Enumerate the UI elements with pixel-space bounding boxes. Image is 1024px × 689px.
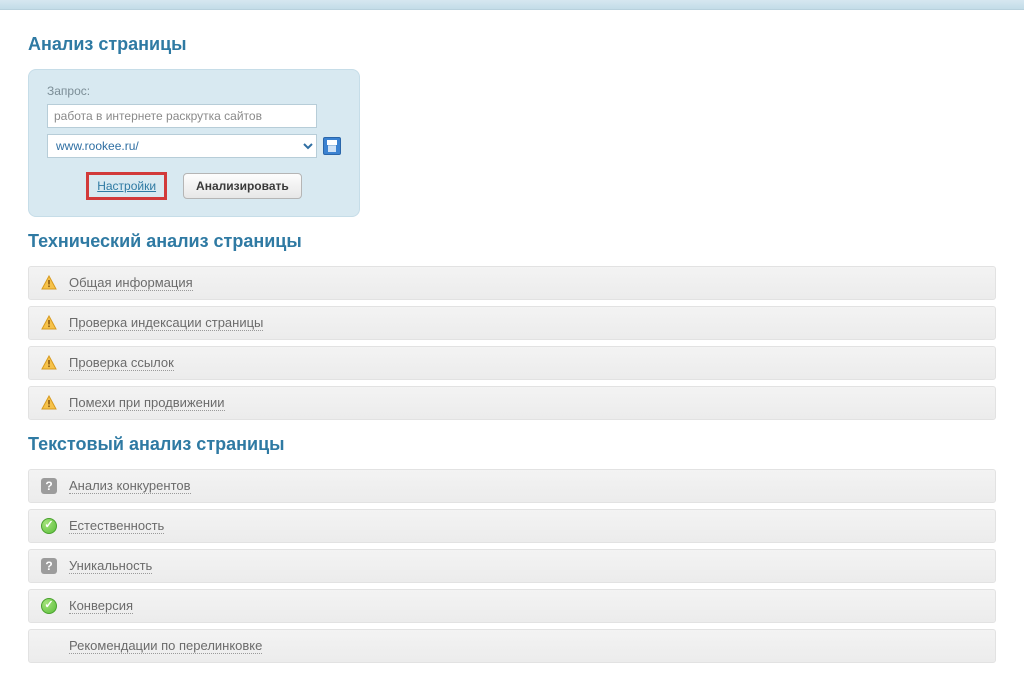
accordion-row-label[interactable]: Общая информация bbox=[69, 275, 193, 291]
accordion-row[interactable]: Рекомендации по перелинковке bbox=[28, 629, 996, 663]
accordion-row-label[interactable]: Помехи при продвижении bbox=[69, 395, 225, 411]
accordion-row[interactable]: Естественность bbox=[28, 509, 996, 543]
query-label: Запрос: bbox=[47, 84, 341, 98]
url-row: www.rookee.ru/ bbox=[47, 134, 341, 158]
accordion-row-label[interactable]: Проверка индексации страницы bbox=[69, 315, 263, 331]
accordion-row[interactable]: Проверка ссылок bbox=[28, 346, 996, 380]
analyze-button[interactable]: Анализировать bbox=[183, 173, 302, 199]
top-bar bbox=[0, 0, 1024, 10]
accordion-row-label[interactable]: Естественность bbox=[69, 518, 164, 534]
textual-analysis-title: Текстовый анализ страницы bbox=[28, 434, 996, 455]
query-input[interactable] bbox=[47, 104, 317, 128]
check-icon bbox=[41, 598, 57, 614]
textual-rows: ? Анализ конкурентов Естественность? Уникал… bbox=[28, 469, 996, 663]
settings-link[interactable]: Настройки bbox=[86, 172, 167, 200]
accordion-row[interactable]: ? Уникальность bbox=[28, 549, 996, 583]
url-select[interactable]: www.rookee.ru/ bbox=[47, 134, 317, 158]
accordion-row[interactable]: Конверсия bbox=[28, 589, 996, 623]
accordion-row-label[interactable]: Анализ конкурентов bbox=[69, 478, 191, 494]
accordion-row[interactable]: Проверка индексации страницы bbox=[28, 306, 996, 340]
question-icon: ? bbox=[41, 478, 57, 494]
accordion-row-label[interactable]: Рекомендации по перелинковке bbox=[69, 638, 262, 654]
accordion-row-label[interactable]: Уникальность bbox=[69, 558, 152, 574]
warning-icon bbox=[41, 355, 57, 371]
technical-analysis-title: Технический анализ страницы bbox=[28, 231, 996, 252]
query-box: Запрос: www.rookee.ru/ Настройки Анализи… bbox=[28, 69, 360, 217]
warning-icon bbox=[41, 395, 57, 411]
save-icon[interactable] bbox=[323, 137, 341, 155]
accordion-row-label[interactable]: Проверка ссылок bbox=[69, 355, 174, 371]
check-icon bbox=[41, 518, 57, 534]
technical-rows: Общая информация Проверка индексации стра… bbox=[28, 266, 996, 420]
warning-icon bbox=[41, 315, 57, 331]
page-container: Анализ страницы Запрос: www.rookee.ru/ Н… bbox=[0, 10, 1024, 689]
accordion-row[interactable]: Общая информация bbox=[28, 266, 996, 300]
question-icon: ? bbox=[41, 558, 57, 574]
accordion-row[interactable]: Помехи при продвижении bbox=[28, 386, 996, 420]
page-analysis-title: Анализ страницы bbox=[28, 34, 996, 55]
accordion-row-label[interactable]: Конверсия bbox=[69, 598, 133, 614]
button-row: Настройки Анализировать bbox=[47, 172, 341, 200]
warning-icon bbox=[41, 275, 57, 291]
accordion-row[interactable]: ? Анализ конкурентов bbox=[28, 469, 996, 503]
